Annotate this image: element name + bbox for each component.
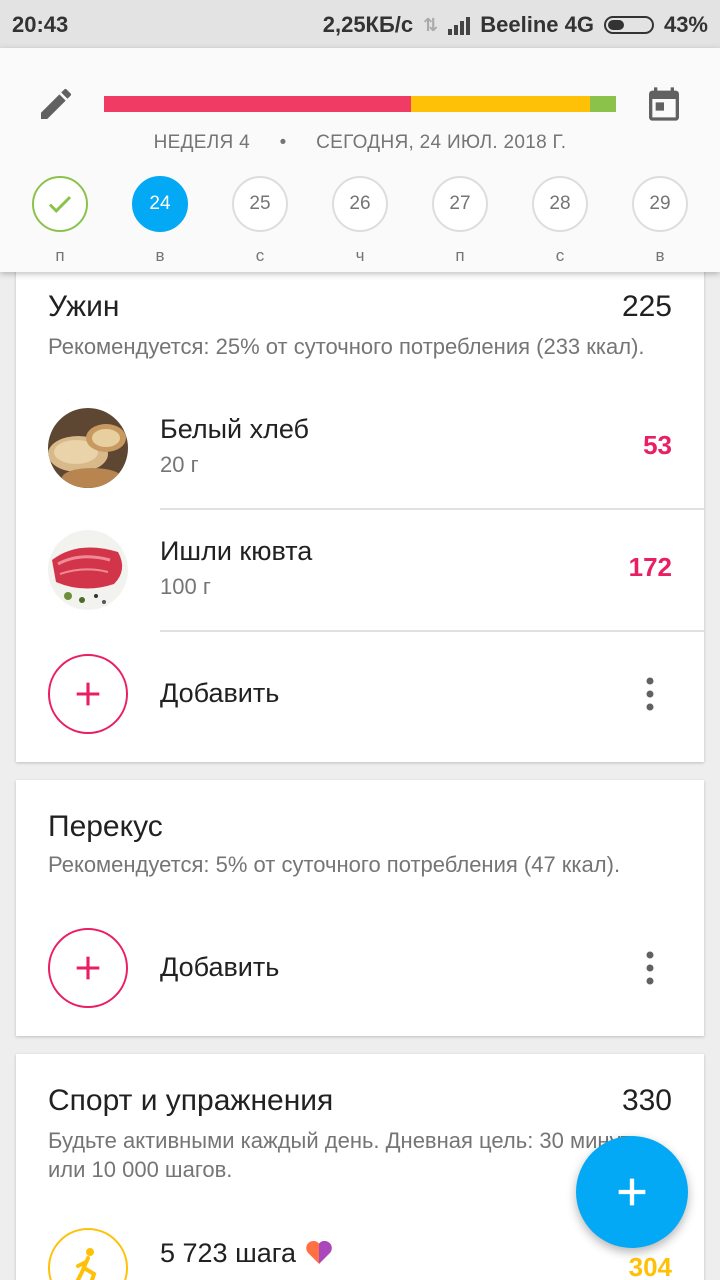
diary-header: НЕДЕЛЯ 4 • СЕГОДНЯ, 24 ИЮЛ. 2018 Г. п 24… <box>0 48 720 272</box>
food-name: Ишли кювта <box>160 536 313 566</box>
dinner-add-label[interactable]: Добавить <box>160 678 279 709</box>
day-6[interactable]: 29 в <box>632 176 688 266</box>
steps-count: 5 723 шага <box>160 1238 297 1268</box>
data-transfer-icon: ⇅ <box>423 14 439 35</box>
dinner-add-row: Добавить <box>16 654 704 734</box>
checkmark-icon <box>48 196 72 213</box>
divider <box>160 630 704 632</box>
dinner-title: Ужин <box>48 290 120 323</box>
sport-title: Спорт и упражнения <box>48 1084 334 1117</box>
day-1-circle[interactable]: 24 <box>132 176 188 232</box>
day-4-label: п <box>455 246 465 265</box>
battery-percent: 43% <box>663 12 708 37</box>
carrier-name: Beeline 4G <box>480 12 594 37</box>
progress-segment-0 <box>104 96 412 112</box>
progress-segment-1 <box>411 96 591 112</box>
food-item[interactable]: Белый хлеб 20 г 53 <box>16 388 704 510</box>
day-3[interactable]: 26 ч <box>332 176 388 266</box>
day-2-label: с <box>255 246 265 265</box>
day-selector: п 24 в 25 с 26 ч 27 п 28 с 29 в <box>0 176 720 266</box>
week-label: НЕДЕЛЯ 4 <box>153 132 250 153</box>
day-6-label: в <box>655 246 665 265</box>
meat-image <box>48 530 128 610</box>
food-kcal: 172 <box>628 552 672 582</box>
today-label: СЕГОДНЯ, 24 ИЮЛ. 2018 Г. <box>316 132 567 153</box>
sport-subtitle: Будьте активными каждый день. Дневная це… <box>48 1128 631 1182</box>
signal-icon <box>448 15 471 35</box>
walking-icon <box>48 1228 128 1280</box>
day-6-circle[interactable]: 29 <box>632 176 688 232</box>
day-2[interactable]: 25 с <box>232 176 288 266</box>
day-4[interactable]: 27 п <box>432 176 488 266</box>
day-3-circle[interactable]: 26 <box>332 176 388 232</box>
plus-icon <box>76 956 100 980</box>
dinner-subtitle: Рекомендуется: 25% от суточного потребле… <box>48 334 645 359</box>
heart-icon <box>305 1241 332 1264</box>
dinner-add-button[interactable] <box>48 654 128 734</box>
food-name: Белый хлеб <box>160 414 310 444</box>
calorie-progress-bar <box>104 96 616 112</box>
bread-image <box>48 408 128 488</box>
edit-pencil-icon[interactable] <box>36 84 76 124</box>
snack-title: Перекус <box>48 810 163 843</box>
status-bar: 20:43 2,25КБ/с ⇅ Beeline 4G 43% <box>0 0 720 48</box>
add-fab-button[interactable] <box>576 1136 688 1248</box>
food-amount: 20 г <box>160 452 199 477</box>
more-vert-icon[interactable] <box>644 676 656 712</box>
dinner-card: Ужин 225 Рекомендуется: 25% от суточного… <box>16 262 704 762</box>
snack-add-button[interactable] <box>48 928 128 1008</box>
plus-icon <box>618 1178 646 1206</box>
day-1-label: в <box>155 246 165 265</box>
dinner-total: 225 <box>621 290 672 323</box>
day-0-circle[interactable] <box>32 176 88 232</box>
day-3-label: ч <box>355 246 365 265</box>
day-4-circle[interactable]: 27 <box>432 176 488 232</box>
snack-add-row: Добавить <box>16 928 704 1008</box>
food-amount: 100 г <box>160 574 211 599</box>
date-line: НЕДЕЛЯ 4 • СЕГОДНЯ, 24 ИЮЛ. 2018 Г. <box>0 132 720 154</box>
network-speed: 2,25КБ/с <box>322 12 414 37</box>
snack-card: Перекус Рекомендуется: 5% от суточного п… <box>16 780 704 1036</box>
calendar-icon[interactable] <box>644 84 684 124</box>
status-time: 20:43 <box>12 12 69 37</box>
day-5[interactable]: 28 с <box>532 176 588 266</box>
day-5-circle[interactable]: 28 <box>532 176 588 232</box>
progress-segment-2 <box>590 96 616 112</box>
date-separator: • <box>279 132 287 153</box>
snack-add-label[interactable]: Добавить <box>160 952 279 983</box>
battery-icon <box>603 16 654 34</box>
plus-icon <box>76 682 100 706</box>
food-item[interactable]: Ишли кювта 100 г 172 <box>16 510 704 632</box>
snack-subtitle: Рекомендуется: 5% от суточного потреблен… <box>48 852 621 877</box>
steps-kcal: 304 <box>628 1252 672 1280</box>
day-2-circle[interactable]: 25 <box>232 176 288 232</box>
sport-total: 330 <box>621 1084 672 1117</box>
food-kcal: 53 <box>643 430 672 460</box>
day-0[interactable]: п <box>32 176 88 266</box>
day-1[interactable]: 24 в <box>132 176 188 266</box>
day-5-label: с <box>555 246 565 265</box>
steps-label: 5 723 шага <box>160 1238 334 1269</box>
more-vert-icon[interactable] <box>644 950 656 986</box>
day-0-label: п <box>55 246 65 265</box>
